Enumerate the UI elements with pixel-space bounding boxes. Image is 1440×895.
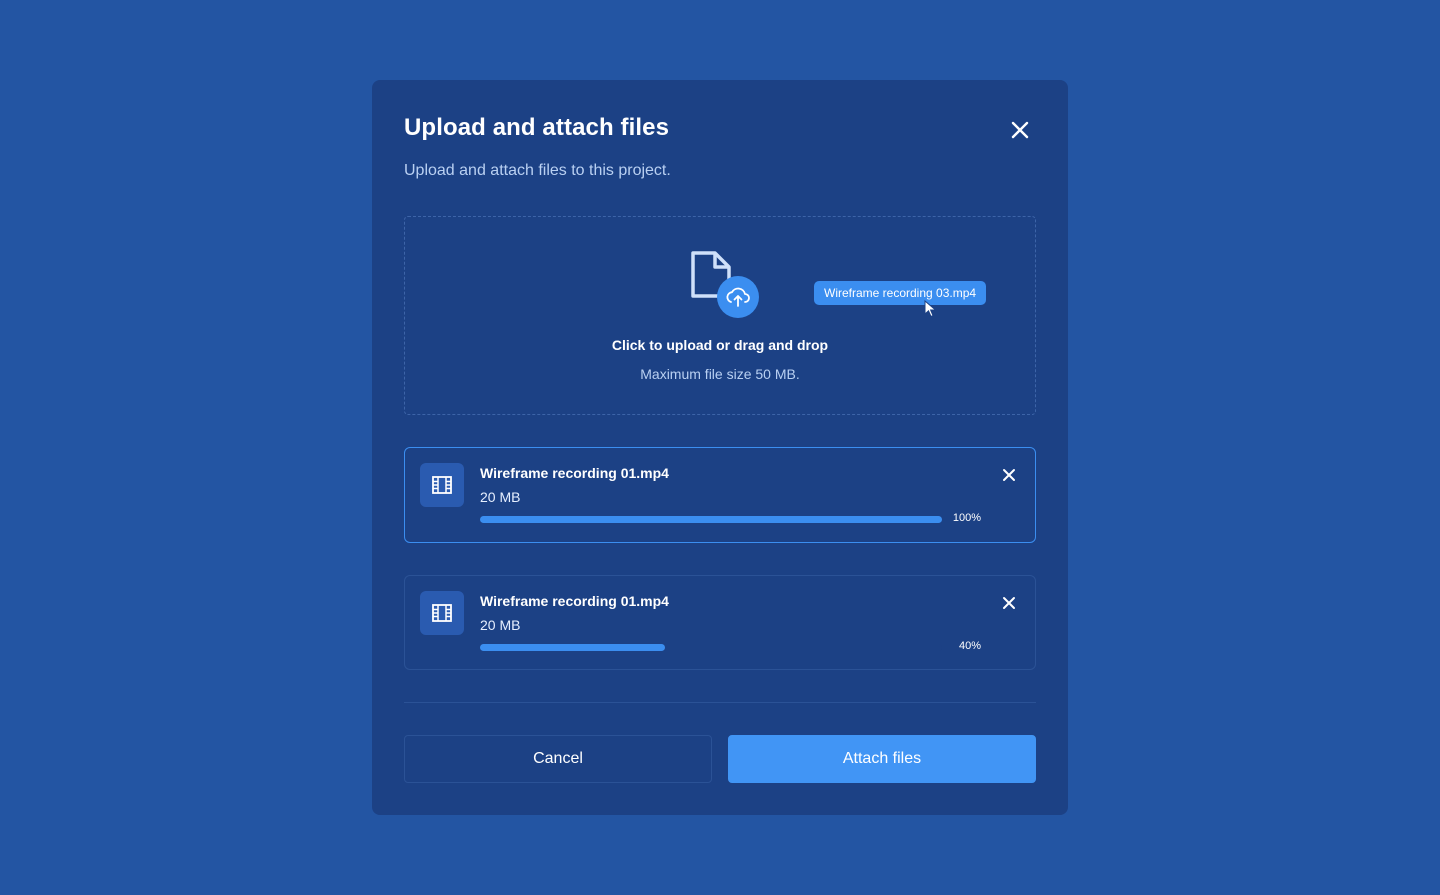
remove-file-button[interactable]	[998, 464, 1020, 486]
upload-progress-bar	[480, 644, 942, 651]
modal-subtitle: Upload and attach files to this project.	[404, 162, 671, 179]
remove-file-button[interactable]	[998, 592, 1020, 614]
close-icon	[1003, 597, 1015, 609]
file-name: Wireframe recording 01.mp4	[480, 465, 669, 481]
close-icon	[1011, 121, 1029, 139]
upload-progress-label: 100%	[952, 512, 981, 524]
modal-title: Upload and attach files	[404, 114, 670, 141]
file-size: 20 MB	[480, 489, 521, 505]
upload-progress-fill	[480, 516, 942, 523]
dropzone-hint: Maximum file size 50 MB.	[640, 366, 800, 382]
upload-progress-label: 40%	[958, 640, 981, 652]
dropzone-title: Click to upload or drag and drop	[611, 337, 829, 353]
file-type-icon-box	[420, 463, 464, 507]
file-upload-icon	[691, 251, 759, 318]
upload-progress-fill	[480, 644, 665, 651]
upload-progress-bar	[480, 516, 942, 523]
dragging-file-tag: Wireframe recording 03.mp4	[814, 281, 987, 305]
upload-dropzone[interactable]: Wireframe recording 03.mp4 Click to uplo…	[404, 216, 1036, 415]
close-icon	[1003, 469, 1015, 481]
cancel-button[interactable]: Cancel	[404, 735, 712, 783]
close-button[interactable]	[1006, 116, 1034, 144]
film-icon	[432, 476, 452, 494]
file-item: Wireframe recording 01.mp4 20 MB 100%	[404, 447, 1036, 543]
file-type-icon-box	[420, 591, 464, 635]
file-name: Wireframe recording 01.mp4	[480, 593, 669, 609]
file-size: 20 MB	[480, 617, 521, 633]
file-item: Wireframe recording 01.mp4 20 MB 40%	[404, 575, 1036, 670]
film-icon	[432, 604, 452, 622]
footer-divider	[404, 702, 1036, 703]
upload-modal: Upload and attach files Upload and attac…	[372, 80, 1068, 815]
cursor-pointer-icon	[924, 300, 937, 318]
attach-files-button[interactable]: Attach files	[728, 735, 1036, 783]
